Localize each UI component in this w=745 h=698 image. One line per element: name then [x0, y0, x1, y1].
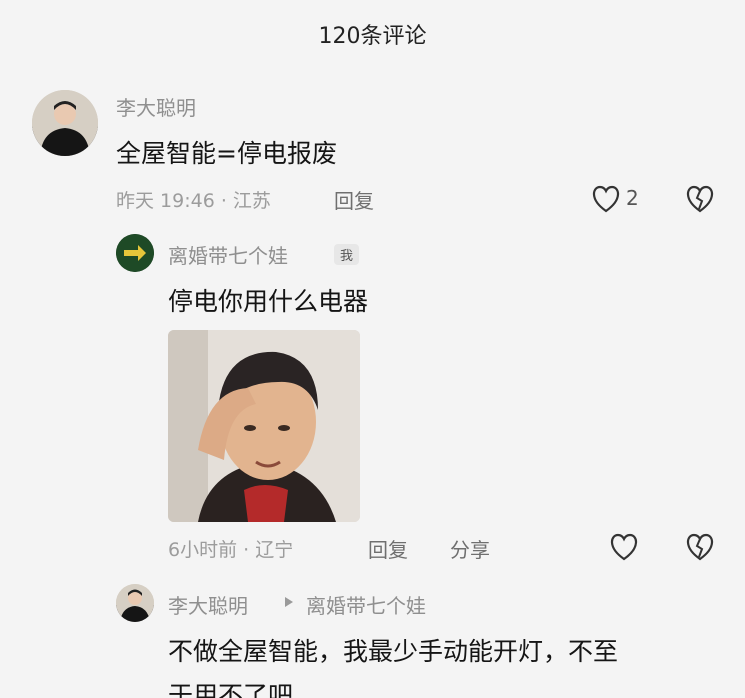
- triangle-right-icon: [285, 597, 293, 607]
- comment-username[interactable]: 离婚带七个娃: [168, 240, 288, 269]
- reply-to-username[interactable]: 离婚带七个娃: [306, 590, 426, 619]
- comment-meta: 6小时前 · 辽宁: [168, 539, 294, 561]
- avatar[interactable]: [32, 90, 98, 156]
- comment-text: 全屋智能=停电报废: [116, 139, 337, 168]
- comment-text: 停电你用什么电器: [168, 287, 369, 316]
- avatar[interactable]: [116, 584, 154, 622]
- comment-username[interactable]: 李大聪明: [116, 92, 196, 121]
- broken-heart-icon[interactable]: [684, 532, 716, 562]
- comment-text: 不做全屋智能，我最少手动能开灯，不至: [168, 637, 619, 666]
- arrow-sign-avatar-image: [116, 234, 154, 272]
- person-avatar-image: [116, 584, 154, 622]
- reply-image-sticker[interactable]: [168, 330, 360, 522]
- comment-text-continued: 于用不了吧: [168, 681, 294, 698]
- heart-outline-icon[interactable]: [608, 532, 640, 562]
- comment-meta: 昨天 19:46 · 江苏: [116, 190, 271, 212]
- heart-outline-icon[interactable]: [590, 184, 622, 214]
- person-avatar-image: [32, 90, 98, 156]
- reply-button[interactable]: 回复: [368, 534, 408, 563]
- man-holding-head-image: [168, 330, 360, 522]
- share-button[interactable]: 分享: [450, 534, 490, 563]
- like-count: 2: [626, 186, 639, 210]
- broken-heart-icon[interactable]: [684, 184, 716, 214]
- reply-button[interactable]: 回复: [334, 185, 374, 214]
- comment-count-title: 120条评论: [318, 24, 427, 49]
- self-badge: 我: [334, 244, 360, 265]
- avatar[interactable]: [116, 234, 154, 272]
- comment-username[interactable]: 李大聪明: [168, 590, 248, 619]
